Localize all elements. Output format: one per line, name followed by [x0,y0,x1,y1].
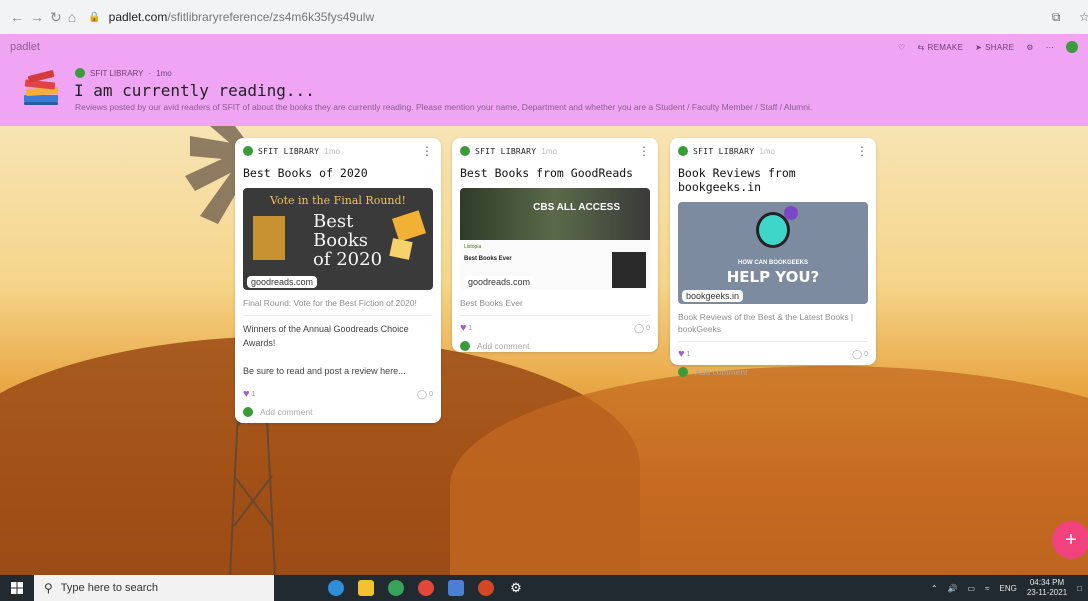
volume-icon[interactable]: 🔊 [948,584,958,593]
file-explorer-icon[interactable] [358,580,374,596]
home-icon[interactable]: ⌂ [68,8,76,26]
header-actions: ♡ ⇆ REMAKE ➤ SHARE ⚙ ⋯ [898,41,1078,53]
clock[interactable]: 04:34 PM 23-11-2021 [1027,578,1067,598]
link-preview[interactable]: Vote in the Final Round! Best Books of 2… [243,188,433,290]
book-illustration [391,210,427,242]
user-avatar [243,407,253,417]
like-button[interactable]: ♥ 1 [243,388,255,400]
link-domain: bookgeeks.in [682,290,744,302]
board-author: SFIT LIBRARY · 1mo [75,68,172,78]
app-icon[interactable] [448,580,464,596]
install-icon[interactable]: ⧉ [1048,9,1064,25]
comment-icon[interactable]: ◯ 0 [852,349,868,360]
add-comment-field[interactable]: Add comment [243,407,433,417]
lock-icon: 🔒 [88,11,101,23]
author-avatar [75,68,85,78]
url-domain: padlet.com [108,10,168,24]
notification-icon[interactable]: □ [1077,584,1082,593]
post-subtitle: Book Reviews of the Best & the Latest Bo… [678,312,854,334]
add-post-button[interactable]: + [1052,521,1088,559]
like-button[interactable]: ♥ 1 [460,322,472,334]
star-icon[interactable]: ☆ [1076,9,1088,25]
comment-icon[interactable]: ◯ 0 [417,389,433,400]
post-title: Best Books from GoodReads [460,166,634,180]
remake-button[interactable]: ⇆ REMAKE [918,43,964,52]
thumbnail-image [612,252,646,288]
more-vertical-icon[interactable]: ⋮ [856,145,868,157]
language-indicator[interactable]: ENG [999,584,1016,593]
link-domain: goodreads.com [247,276,318,288]
comment-icon[interactable]: ◯ 0 [634,323,650,334]
forward-icon[interactable]: → [30,8,44,26]
wifi-icon[interactable]: ≈ [985,584,989,593]
link-preview[interactable]: CBS ALL ACCESS Listopia Best Books Ever … [460,188,650,290]
award-badge [253,216,285,260]
gear-icon[interactable]: ⚙ [1026,43,1033,52]
more-vertical-icon[interactable]: ⋮ [421,145,433,157]
post-title: Book Reviews from bookgeeks.in [678,166,796,194]
reload-icon[interactable]: ↻ [50,8,62,26]
post-card[interactable]: SFIT LIBRARY 1mo ⋮ Best Books of 2020 Vo… [235,138,441,423]
address-bar[interactable]: 🔒 padlet.com/sfitlibraryreference/zs4m6k… [88,6,1049,28]
add-comment-field[interactable]: Add comment [678,367,868,377]
add-comment-field[interactable]: Add comment [460,341,650,351]
plus-icon: + [1065,528,1077,551]
more-icon[interactable]: ⋯ [1046,43,1054,52]
post-body: Winners of the Annual Goodreads Choice A… [243,324,409,376]
edge-icon[interactable] [328,580,344,596]
remake-icon: ⇆ [917,42,925,52]
author-avatar [460,146,470,156]
heart-icon[interactable]: ♡ [898,43,905,52]
browser-toolbar: ← → ↻ ⌂ 🔒 padlet.com/sfitlibraryreferenc… [0,0,1088,34]
more-vertical-icon[interactable]: ⋮ [638,145,650,157]
windows-taskbar: ⚲ Type here to search ⚙ ⌃ 🔊 ▭ ≈ ENG 04:3… [0,575,1088,601]
system-tray: ⌃ 🔊 ▭ ≈ ENG 04:34 PM 23-11-2021 □ [931,578,1088,598]
search-icon: ⚲ [44,581,53,595]
link-preview[interactable]: HOW CAN BOOKGEEKS HELP YOU? bookgeeks.in [678,202,868,304]
powerpoint-icon[interactable] [478,580,494,596]
post-card[interactable]: SFIT LIBRARY 1mo ⋮ Book Reviews from boo… [670,138,876,377]
board-title: I am currently reading... [74,81,315,100]
user-avatar [678,367,688,377]
chrome-profile-icon[interactable] [418,580,434,596]
post-title: Best Books of 2020 [243,166,368,180]
user-avatar [460,341,470,351]
padlet-logo[interactable]: padlet [10,41,40,53]
settings-icon[interactable]: ⚙ [508,580,524,596]
url-path: /sfitlibraryreference/zs4m6k35fys49ulw [167,10,375,24]
user-avatar[interactable] [1066,41,1078,53]
back-icon[interactable]: ← [10,8,24,26]
books-stack-icon [24,70,59,105]
link-domain: goodreads.com [464,276,535,288]
share-button[interactable]: ➤ SHARE [975,43,1014,52]
taskbar-search[interactable]: ⚲ Type here to search [34,575,274,601]
post-card[interactable]: SFIT LIBRARY 1mo ⋮ Best Books from GoodR… [452,138,658,352]
board-description: Reviews posted by our avid readers of SF… [75,102,813,112]
share-icon: ➤ [975,42,983,52]
post-subtitle: Best Books Ever [460,298,523,308]
like-button[interactable]: ♥ 1 [678,348,690,360]
post-subtitle: Final Round: Vote for the Best Fiction o… [243,298,417,308]
author-avatar [678,146,688,156]
chrome-icon[interactable] [388,580,404,596]
windows-start-icon[interactable] [0,575,34,601]
chevron-up-icon[interactable]: ⌃ [931,584,938,593]
board-header: padlet ♡ ⇆ REMAKE ➤ SHARE ⚙ ⋯ SFIT LIBRARY… [0,34,1088,126]
battery-icon[interactable]: ▭ [968,584,976,593]
author-avatar [243,146,253,156]
